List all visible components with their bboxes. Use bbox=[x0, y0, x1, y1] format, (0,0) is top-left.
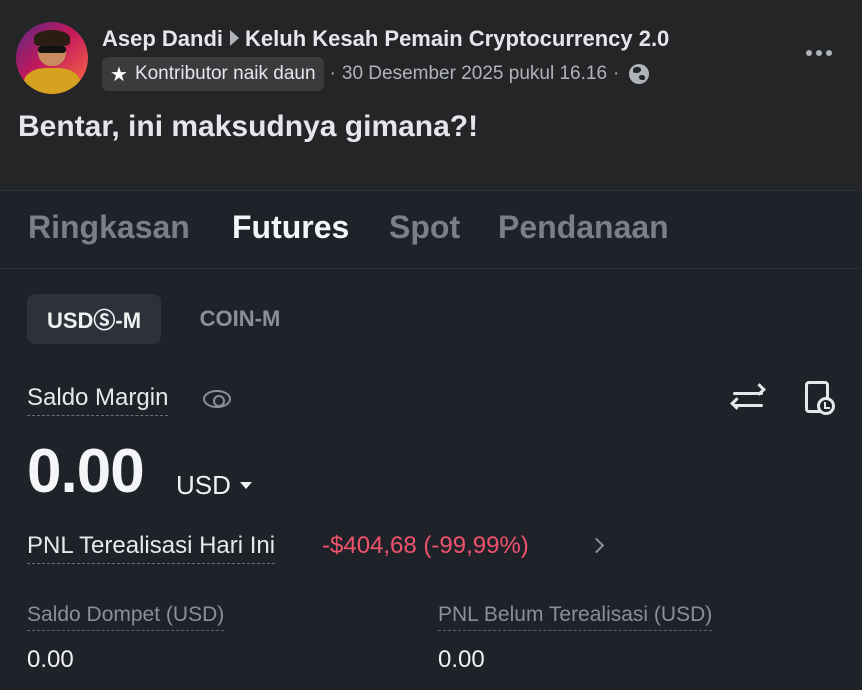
post-timestamp[interactable]: 30 Desember 2025 pukul 16.16 bbox=[342, 63, 607, 85]
meta-separator: · bbox=[613, 63, 620, 84]
tab-spot[interactable]: Spot bbox=[389, 209, 460, 246]
unrealized-pnl-label[interactable]: PNL Belum Terealisasi (USD) bbox=[438, 603, 713, 631]
meta-separator: · bbox=[329, 63, 336, 84]
history-icon[interactable] bbox=[803, 379, 837, 417]
transfer-icon[interactable] bbox=[730, 383, 766, 415]
chevron-right-icon[interactable] bbox=[588, 537, 605, 554]
group-name[interactable]: Keluh Kesah Pemain Cryptocurrency 2.0 bbox=[245, 26, 669, 51]
post-image[interactable]: Ringkasan Futures Spot Pendanaan USDⓈ-M … bbox=[0, 190, 862, 690]
caret-down-icon bbox=[239, 482, 252, 489]
globe-icon bbox=[629, 64, 650, 84]
currency-selector[interactable]: USD bbox=[176, 470, 252, 501]
star-icon: ★ bbox=[110, 63, 128, 86]
unrealized-pnl-value: 0.00 bbox=[438, 646, 485, 673]
tab-pendanaan[interactable]: Pendanaan bbox=[498, 209, 669, 246]
more-options-button[interactable] bbox=[800, 36, 838, 70]
tab-futures[interactable]: Futures bbox=[232, 209, 349, 246]
tab-bar: Ringkasan Futures Spot Pendanaan bbox=[0, 191, 862, 269]
author-name[interactable]: Asep Dandi bbox=[102, 26, 223, 51]
margin-balance-value: 0.00 bbox=[27, 437, 145, 506]
margin-balance-label[interactable]: Saldo Margin bbox=[27, 384, 169, 416]
author-line: Asep Dandi Keluh Kesah Pemain Cryptocurre… bbox=[102, 26, 669, 52]
avatar[interactable] bbox=[16, 22, 88, 94]
realized-pnl-value: -$404,68 (-99,99%) bbox=[322, 532, 529, 559]
realized-pnl-label[interactable]: PNL Terealisasi Hari Ini bbox=[27, 532, 276, 564]
arrow-right-icon bbox=[230, 30, 240, 47]
badge-label: Kontributor naik daun bbox=[134, 63, 316, 84]
eye-icon[interactable] bbox=[203, 390, 231, 408]
wallet-balance-label[interactable]: Saldo Dompet (USD) bbox=[27, 603, 225, 631]
contributor-badge[interactable]: ★ Kontributor naik daun bbox=[102, 57, 324, 91]
post-header: Asep Dandi Keluh Kesah Pemain Cryptocurre… bbox=[0, 0, 862, 190]
currency-label: USD bbox=[176, 470, 231, 500]
post-text: Bentar, ini maksudnya gimana?! bbox=[18, 110, 479, 143]
segment-usds-m[interactable]: USDⓈ-M bbox=[27, 294, 161, 344]
more-options-icon bbox=[806, 50, 812, 56]
wallet-balance-value: 0.00 bbox=[27, 646, 74, 673]
segment-coin-m[interactable]: COIN-M bbox=[178, 294, 302, 344]
post-meta: ★ Kontributor naik daun · 30 Desember 20… bbox=[102, 57, 650, 91]
tab-ringkasan[interactable]: Ringkasan bbox=[28, 209, 190, 246]
